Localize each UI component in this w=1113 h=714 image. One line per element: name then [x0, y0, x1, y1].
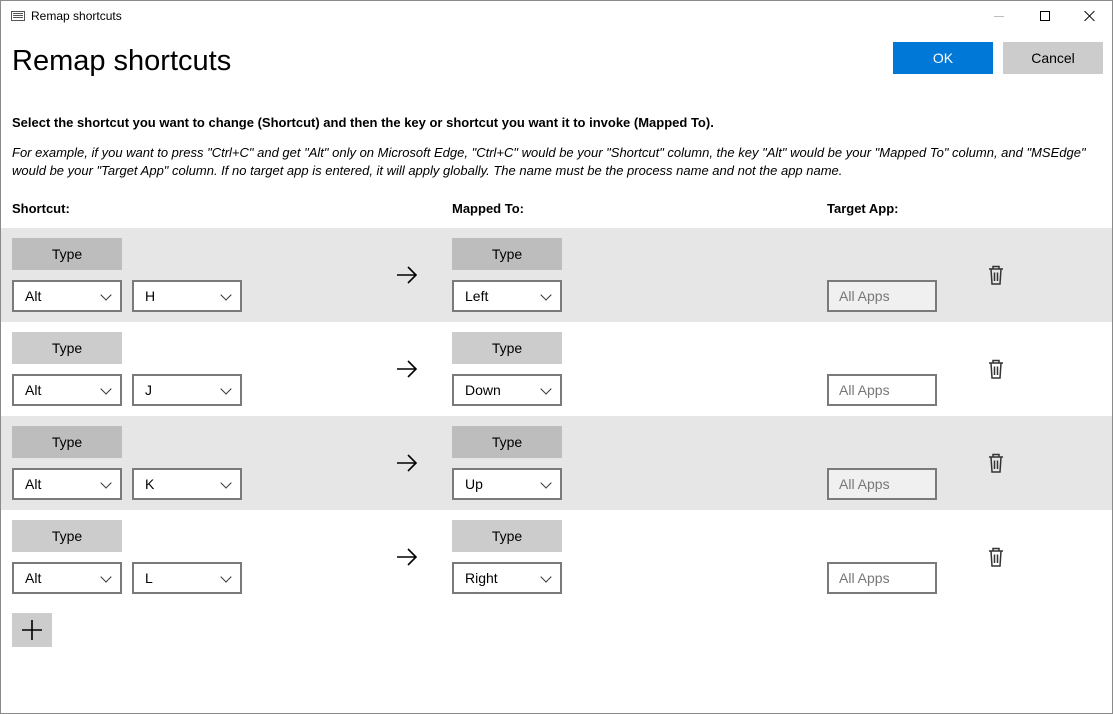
chevron-down-icon [100, 289, 112, 301]
key-value: L [145, 570, 153, 586]
remap-row: Type Alt H Type Left All Apps [1, 228, 1112, 322]
shortcut-type-button[interactable]: Type [12, 238, 122, 270]
chevron-down-icon [540, 477, 552, 489]
key-dropdown[interactable]: H [132, 280, 242, 312]
mapped-key-value: Left [465, 288, 489, 304]
mapped-type-button[interactable]: Type [452, 332, 562, 364]
key-value: J [145, 382, 152, 398]
close-icon [1084, 10, 1096, 22]
window-title: Remap shortcuts [31, 9, 122, 23]
mapped-key-value: Up [465, 476, 483, 492]
instruction-text: Select the shortcut you want to change (… [12, 115, 714, 130]
trash-icon[interactable] [986, 452, 1006, 474]
key-dropdown[interactable]: L [132, 562, 242, 594]
mapped-key-dropdown[interactable]: Left [452, 280, 562, 312]
close-button[interactable] [1067, 1, 1113, 31]
remap-row: Type Alt K Type Up All Apps [1, 416, 1112, 510]
mapped-key-value: Down [465, 382, 501, 398]
chevron-down-icon [540, 571, 552, 583]
ok-button[interactable]: OK [893, 42, 993, 74]
trash-icon[interactable] [986, 546, 1006, 568]
maximize-button[interactable] [1022, 1, 1068, 31]
mapped-type-button[interactable]: Type [452, 238, 562, 270]
example-text: For example, if you want to press "Ctrl+… [12, 145, 1086, 178]
target-app-input[interactable]: All Apps [827, 562, 937, 594]
chevron-down-icon [220, 383, 232, 395]
plus-icon [22, 620, 42, 640]
mapped-key-dropdown[interactable]: Up [452, 468, 562, 500]
minimize-button[interactable] [976, 1, 1022, 31]
arrow-right-icon [395, 453, 419, 473]
chevron-down-icon [540, 289, 552, 301]
remap-row: Type Alt J Type Down All Apps [1, 322, 1112, 416]
modifier-dropdown[interactable]: Alt [12, 468, 122, 500]
target-app-column-header: Target App: [827, 201, 899, 216]
chevron-down-icon [220, 289, 232, 301]
mapped-to-column-header: Mapped To: [452, 201, 524, 216]
target-app-input[interactable]: All Apps [827, 374, 937, 406]
mapped-type-button[interactable]: Type [452, 426, 562, 458]
mapped-type-button[interactable]: Type [452, 520, 562, 552]
trash-icon[interactable] [986, 358, 1006, 380]
title-bar[interactable]: Remap shortcuts [1, 1, 1112, 31]
key-dropdown[interactable]: J [132, 374, 242, 406]
minimize-icon [994, 15, 1004, 17]
shortcut-type-button[interactable]: Type [12, 332, 122, 364]
arrow-right-icon [395, 265, 419, 285]
shortcut-type-button[interactable]: Type [12, 520, 122, 552]
arrow-right-icon [395, 547, 419, 567]
key-value: H [145, 288, 156, 304]
chevron-down-icon [100, 571, 112, 583]
shortcut-type-button[interactable]: Type [12, 426, 122, 458]
chevron-down-icon [220, 571, 232, 583]
modifier-dropdown[interactable]: Alt [12, 280, 122, 312]
modifier-dropdown[interactable]: Alt [12, 562, 122, 594]
key-value: K [145, 476, 155, 492]
cancel-button[interactable]: Cancel [1003, 42, 1103, 74]
remap-shortcuts-window: Remap shortcuts Remap shortcuts OK Cance… [0, 0, 1113, 714]
modifier-value: Alt [25, 382, 42, 398]
keyboard-icon [11, 11, 25, 21]
remap-row: Type Alt L Type Right All Apps [1, 510, 1112, 604]
trash-icon[interactable] [986, 264, 1006, 286]
chevron-down-icon [540, 383, 552, 395]
modifier-value: Alt [25, 476, 42, 492]
arrow-right-icon [395, 359, 419, 379]
modifier-value: Alt [25, 570, 42, 586]
target-app-input[interactable]: All Apps [827, 280, 937, 312]
shortcut-column-header: Shortcut: [12, 201, 70, 216]
target-app-input[interactable]: All Apps [827, 468, 937, 500]
page-title: Remap shortcuts [12, 45, 232, 77]
mapped-key-dropdown[interactable]: Down [452, 374, 562, 406]
mapped-key-value: Right [465, 570, 498, 586]
chevron-down-icon [220, 477, 232, 489]
chevron-down-icon [100, 477, 112, 489]
modifier-value: Alt [25, 288, 42, 304]
chevron-down-icon [100, 383, 112, 395]
maximize-icon [1040, 11, 1050, 21]
modifier-dropdown[interactable]: Alt [12, 374, 122, 406]
key-dropdown[interactable]: K [132, 468, 242, 500]
add-shortcut-button[interactable] [12, 613, 52, 647]
mapped-key-dropdown[interactable]: Right [452, 562, 562, 594]
